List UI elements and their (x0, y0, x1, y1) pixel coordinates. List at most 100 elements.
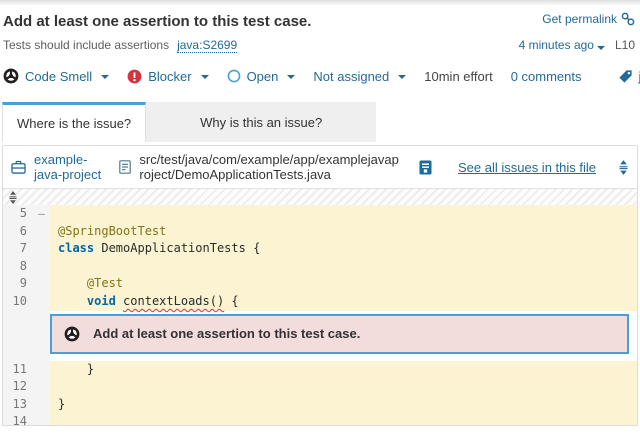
code-token: void (87, 294, 116, 308)
line-marker (33, 396, 50, 414)
rule-key-link[interactable]: java:S2699 (177, 38, 237, 53)
open-status-icon (227, 69, 241, 83)
expand-lines-above-icon[interactable] (8, 191, 18, 204)
file-header: example-java-project src/test/java/com/e… (3, 146, 637, 189)
comments-link[interactable]: 0 comments (511, 69, 582, 84)
code-content: @SpringBootTest (50, 223, 637, 241)
line-marker (33, 258, 50, 276)
status-dropdown[interactable]: Open (227, 69, 296, 84)
code-token: } (58, 397, 65, 411)
line-number[interactable]: 7 (3, 240, 33, 258)
code-content (50, 413, 637, 426)
line-reference: L10 (615, 38, 635, 52)
code-line: 10 void contextLoads() { (3, 293, 637, 311)
code-line: 8 (3, 258, 637, 276)
expand-file-icon[interactable] (618, 160, 629, 175)
issue-box-wrap: Add at least one assertion to this test … (50, 311, 637, 361)
inline-issue-message: Add at least one assertion to this test … (93, 326, 360, 341)
code-line: 5– (3, 205, 637, 223)
code-smell-icon (64, 326, 80, 342)
tags-dropdown[interactable]: junit, tests (618, 69, 640, 84)
tab-where-is-the-issue[interactable]: Where is the issue? (2, 102, 146, 142)
code-line: 6 @SpringBootTest (3, 223, 637, 241)
expand-lines-strip (3, 189, 637, 205)
code-token: @Test (87, 276, 123, 290)
issue-message-row: Add at least one assertion to this test … (3, 311, 637, 361)
chevron-down-icon (101, 75, 109, 79)
effort-label: 10min effort (424, 69, 492, 84)
line-number[interactable]: 13 (3, 396, 33, 414)
severity-label: Blocker (148, 69, 191, 84)
code-token (58, 276, 87, 290)
permalink-chain-icon (621, 12, 635, 26)
line-number[interactable]: 12 (3, 378, 33, 396)
rule-name: Tests should include assertions (3, 38, 169, 52)
blocker-severity-icon (127, 69, 142, 84)
line-marker (33, 413, 50, 426)
code-token (58, 294, 87, 308)
project-icon (11, 160, 26, 174)
code-line: 13} (3, 396, 637, 414)
code-token (116, 294, 123, 308)
code-content (50, 378, 637, 396)
code-content: } (50, 361, 637, 379)
source-viewer: example-java-project src/test/java/com/e… (2, 145, 638, 426)
issue-age: 4 minutes ago (519, 38, 594, 52)
severity-dropdown[interactable]: Blocker (127, 69, 208, 84)
issue-tabs: Where is the issue? Why is this an issue… (0, 102, 640, 142)
line-number[interactable]: 14 (3, 413, 33, 426)
code-line: 12 (3, 378, 637, 396)
code-line: 7 class DemoApplicationTests { (3, 240, 637, 258)
code-content: class DemoApplicationTests { (50, 240, 637, 258)
code-lines: 5–6 @SpringBootTest 7 class DemoApplication… (3, 205, 637, 426)
code-content (50, 205, 637, 223)
line-marker (33, 361, 50, 379)
tab-why-is-this-an-issue[interactable]: Why is this an issue? (146, 102, 376, 142)
chevron-down-icon (201, 75, 209, 79)
code-line: 14 (3, 413, 637, 426)
line-marker (33, 223, 50, 241)
code-content: @Test (50, 275, 637, 293)
code-token: class (58, 241, 94, 255)
issue-location-text: contextLoads() (123, 294, 224, 308)
file-icon (119, 160, 131, 174)
code-smell-icon (3, 68, 19, 84)
line-number[interactable]: 11 (3, 361, 33, 379)
chevron-down-icon (597, 46, 605, 50)
chevron-down-icon (398, 75, 406, 79)
line-marker: – (33, 205, 50, 223)
code-token: DemoApplicationTests { (94, 241, 260, 255)
issues-in-file-icon[interactable] (419, 160, 432, 175)
line-marker (33, 275, 50, 293)
tag-icon (618, 69, 633, 84)
line-marker (33, 240, 50, 258)
issue-type-label: Code Smell (25, 69, 92, 84)
status-label: Open (247, 69, 279, 84)
see-all-issues-link[interactable]: See all issues in this file (458, 160, 596, 175)
assignee-label: Not assigned (313, 69, 389, 84)
line-number[interactable]: 5 (3, 205, 33, 223)
line-number[interactable]: 8 (3, 258, 33, 276)
issue-title: Add at least one assertion to this test … (3, 12, 311, 32)
assignee-dropdown[interactable]: Not assigned (313, 69, 406, 84)
line-number[interactable]: 10 (3, 293, 33, 311)
line-number[interactable]: 9 (3, 275, 33, 293)
line-number[interactable]: 6 (3, 223, 33, 241)
code-content (50, 258, 637, 276)
code-token: { (224, 294, 238, 308)
issue-age-dropdown[interactable]: 4 minutes ago (519, 38, 605, 52)
inline-issue-box: Add at least one assertion to this test … (50, 314, 629, 354)
file-path: src/test/java/com/example/app/examplejav… (139, 152, 403, 182)
line-marker (33, 378, 50, 396)
code-token: } (58, 362, 94, 376)
issue-detail-page: Add at least one assertion to this test … (0, 0, 640, 436)
rule-summary: Tests should include assertions java:S269… (3, 38, 237, 52)
code-line: 9 @Test (3, 275, 637, 293)
project-link[interactable]: example-java-project (34, 152, 111, 182)
code-content: void contextLoads() { (50, 293, 637, 311)
issue-row-gutter (3, 311, 50, 361)
code-line: 11 } (3, 361, 637, 379)
issue-type-dropdown[interactable]: Code Smell (3, 68, 109, 84)
get-permalink-link[interactable]: Get permalink (542, 12, 635, 26)
code-token: @SpringBootTest (58, 224, 166, 238)
